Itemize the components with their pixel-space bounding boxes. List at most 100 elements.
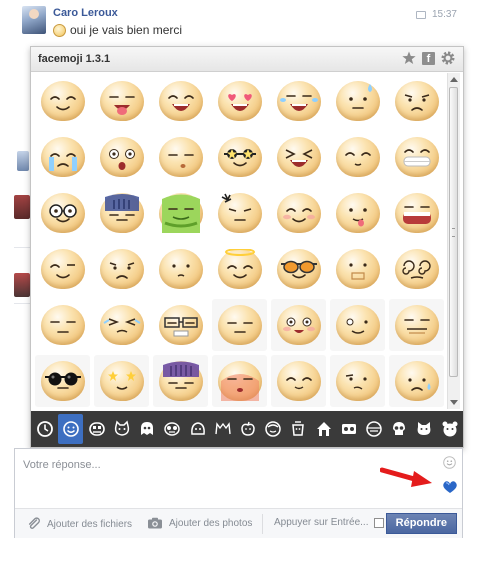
facebook-icon[interactable]: f [422, 51, 435, 65]
author-name[interactable]: Caro Leroux [53, 7, 118, 19]
category-brick[interactable] [362, 414, 385, 444]
emoji-shocked[interactable] [92, 129, 151, 185]
nerd-glasses-face-icon [40, 193, 85, 233]
meh-face-icon [394, 305, 439, 345]
category-house[interactable] [312, 414, 335, 444]
emoji-heart-eyes[interactable] [210, 73, 269, 129]
emoji-big-grin[interactable] [387, 129, 446, 185]
reply-button[interactable]: Répondre [385, 513, 457, 534]
category-clock[interactable] [33, 414, 56, 444]
divider [14, 247, 30, 248]
emoji-confused[interactable] [330, 355, 385, 407]
emoji-smile[interactable] [33, 73, 92, 129]
cassette-icon [341, 424, 356, 434]
facemoji-logo-icon[interactable] [442, 480, 458, 494]
reply-input[interactable] [21, 458, 425, 472]
emoji-derp[interactable] [330, 299, 385, 351]
emoji-blue-gloom[interactable] [92, 185, 151, 241]
emoji-closed-mouth[interactable] [328, 241, 387, 297]
message-text: oui je vais bien merci [70, 23, 183, 37]
camera-icon [148, 517, 162, 529]
press-enter-checkbox[interactable] [373, 517, 384, 528]
emoji-crying[interactable] [33, 129, 92, 185]
emoji-sick-green[interactable] [151, 185, 210, 241]
emoji-sunglasses-orange[interactable] [269, 241, 328, 297]
confused-face-icon [335, 361, 380, 401]
emoji-meh[interactable] [389, 299, 444, 351]
emoji-tongue-out[interactable] [92, 73, 151, 129]
emoji-sad-drop[interactable] [389, 355, 444, 407]
message-time: 15:37 [415, 9, 457, 20]
side-avatar [17, 151, 29, 171]
emoji-squint-tears[interactable] [92, 297, 151, 353]
emoji-tongue-side[interactable] [328, 185, 387, 241]
category-kitty[interactable] [413, 414, 436, 444]
category-cat-outline[interactable] [211, 414, 234, 444]
emoji-angry-vein[interactable] [210, 185, 269, 241]
smiley-icon[interactable] [443, 456, 456, 469]
emoji-frown[interactable] [92, 241, 151, 297]
emoji-happy-closed[interactable] [271, 355, 326, 407]
category-ghost[interactable] [136, 414, 159, 444]
emoji-content[interactable] [328, 129, 387, 185]
emoji-star-eyes[interactable] [94, 355, 149, 407]
frown-face-icon [99, 249, 144, 289]
add-photos-label: Ajouter des photos [169, 517, 253, 529]
sad-drop-face-icon [394, 361, 439, 401]
emoji-purple-gloom[interactable] [153, 355, 208, 407]
emoji-angel[interactable] [210, 241, 269, 297]
neutral-face-icon [40, 305, 85, 345]
angry-vein-face-icon [217, 193, 262, 233]
category-bucket[interactable] [287, 414, 310, 444]
closed-mouth-face-icon [335, 249, 380, 289]
emoji-cool-sunglasses[interactable] [35, 355, 90, 407]
emoji-sweat-drop[interactable] [328, 73, 387, 129]
blue-gloom-face-icon [99, 193, 144, 233]
category-cassette[interactable] [337, 414, 360, 444]
emoji-sleepy[interactable] [151, 129, 210, 185]
category-smiley[interactable] [58, 414, 84, 444]
emoji-grid [33, 73, 451, 409]
scroll-up-arrow-icon[interactable] [450, 77, 458, 82]
emoji-smile-blush[interactable] [269, 185, 328, 241]
emoji-worried[interactable] [387, 73, 446, 129]
avatar[interactable] [22, 6, 46, 34]
dizzy-eyes-face-icon [394, 249, 439, 289]
category-skull[interactable] [388, 414, 411, 444]
emoji-red-sad[interactable] [212, 355, 267, 407]
category-face[interactable] [262, 414, 285, 444]
emoji-wink[interactable] [33, 241, 92, 297]
emoji-grin[interactable] [151, 73, 210, 129]
emoji-star-glasses[interactable] [210, 129, 269, 185]
emoji-laugh-tears[interactable] [269, 73, 328, 129]
emoji-dizzy-eyes[interactable] [387, 241, 446, 297]
emoji-wide-grin[interactable] [387, 185, 446, 241]
add-files-button[interactable]: Ajouter des fichiers [27, 517, 132, 531]
emoji-neutral[interactable] [33, 297, 92, 353]
category-cat[interactable] [110, 414, 133, 444]
gear-icon[interactable] [441, 51, 455, 65]
category-apple[interactable] [236, 414, 259, 444]
sleepy-face-icon [158, 137, 203, 177]
chat-icon [415, 10, 426, 19]
emoji-squint-laugh[interactable] [269, 129, 328, 185]
scrollbar[interactable] [447, 73, 460, 409]
add-photos-button[interactable]: Ajouter des photos [147, 517, 252, 529]
category-eye-mask[interactable] [161, 414, 184, 444]
emoji-unamused-glasses[interactable] [151, 297, 210, 353]
emoji-flat[interactable] [212, 299, 267, 351]
emoji-grin-blush[interactable] [271, 299, 326, 351]
red-arrow-icon [380, 467, 432, 487]
category-blob[interactable] [186, 414, 209, 444]
bear-icon [442, 421, 458, 437]
scroll-down-arrow-icon[interactable] [450, 400, 458, 405]
category-bear[interactable] [438, 414, 461, 444]
scroll-thumb[interactable] [449, 87, 458, 377]
press-enter-option[interactable]: Appuyer sur Entrée... [274, 517, 384, 528]
star-icon[interactable] [402, 51, 416, 65]
emoji-pout[interactable] [151, 241, 210, 297]
emoji-nerd-glasses[interactable] [33, 185, 92, 241]
grin-face-icon [158, 81, 203, 121]
worried-face-icon [394, 81, 439, 121]
category-monster[interactable] [85, 414, 108, 444]
